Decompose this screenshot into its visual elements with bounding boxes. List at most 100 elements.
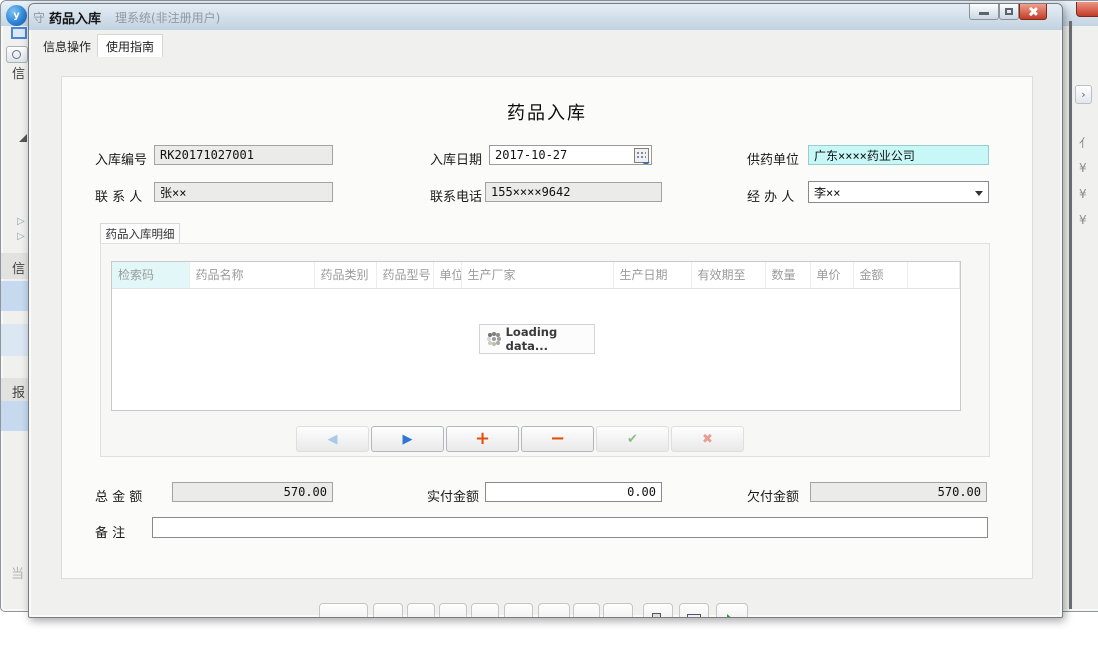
bottom-toolbar-button[interactable] <box>373 603 403 618</box>
sidebar-item-label[interactable]: 信 <box>12 258 25 277</box>
column-header[interactable]: 数量 <box>765 262 810 288</box>
delete-row-button[interactable]: − <box>521 426 594 452</box>
sidebar-item-label[interactable]: 报 <box>12 382 25 401</box>
currency-symbol: ¥ <box>1079 213 1087 227</box>
next-arrow-icon: ▶ <box>403 432 413 447</box>
bottom-toolbar-button[interactable] <box>471 603 499 618</box>
check-icon: ✔ <box>627 432 638 447</box>
background-title-fragment: 守 <box>33 9 45 26</box>
loading-indicator: Loading data... <box>479 324 595 354</box>
sidebar-menu-item[interactable] <box>1 401 29 431</box>
total-amount-field[interactable]: 570.00 <box>172 482 333 502</box>
stock-no-field[interactable]: RK20171027001 <box>154 145 333 165</box>
phone-field[interactable]: 155××××9642 <box>485 182 662 202</box>
unpaid-amount-label: 欠付金额 <box>747 486 799 505</box>
column-header[interactable]: 单价 <box>810 262 853 288</box>
paid-amount-label: 实付金额 <box>427 486 479 505</box>
clipped-text: 亻 <box>1079 134 1091 151</box>
column-header[interactable]: 生产厂家 <box>461 262 613 288</box>
phone-label: 联系电话 <box>430 186 482 205</box>
tab-user-guide[interactable]: 使用指南 <box>97 34 163 57</box>
add-row-button[interactable]: + <box>446 426 519 452</box>
detail-group-panel: 检索码 药品名称 药品类别 药品型号 单位 生产厂家 生产日期 有效期至 数量 … <box>100 243 990 457</box>
tree-arrow-icon[interactable]: ▷ <box>17 231 25 242</box>
monitor-icon <box>687 614 701 618</box>
minimize-icon <box>979 12 989 15</box>
currency-symbol: ¥ <box>1079 187 1087 201</box>
preview-button[interactable] <box>679 603 709 618</box>
next-record-button[interactable]: ▶ <box>371 426 444 452</box>
chevron-down-icon[interactable] <box>975 191 983 196</box>
app-logo-icon: y <box>6 5 27 26</box>
loading-text: Loading data... <box>506 325 594 353</box>
sidebar-menu-item[interactable] <box>1 281 29 311</box>
close-button[interactable] <box>1019 4 1047 20</box>
sidebar-item-label[interactable]: 信 <box>12 63 25 82</box>
detail-table: 检索码 药品名称 药品类别 药品型号 单位 生产厂家 生产日期 有效期至 数量 … <box>111 261 961 411</box>
column-header[interactable]: 生产日期 <box>613 262 691 288</box>
stock-date-value: 2017-10-27 <box>495 148 567 162</box>
bottom-toolbar-button[interactable] <box>504 603 533 618</box>
expand-button[interactable]: › <box>1075 85 1092 104</box>
toolbar-button[interactable] <box>6 46 28 63</box>
run-button[interactable] <box>716 603 748 618</box>
column-header[interactable]: 检索码 <box>112 262 189 288</box>
contact-field[interactable]: 张×× <box>154 182 333 202</box>
column-header[interactable]: 药品名称 <box>189 262 314 288</box>
bottom-toolbar-button[interactable] <box>573 603 600 618</box>
column-header[interactable]: 有效期至 <box>691 262 765 288</box>
supplier-field[interactable]: 广东××××药业公司 <box>808 145 989 165</box>
prev-arrow-icon: ◀ <box>328 432 338 447</box>
calendar-icon[interactable] <box>634 148 649 163</box>
tab-info-operations[interactable]: 信息操作 <box>41 35 93 58</box>
bottom-toolbar-button[interactable] <box>407 603 435 618</box>
green-arrow-icon <box>727 614 733 618</box>
column-header[interactable]: 金额 <box>853 262 907 288</box>
maximize-button[interactable] <box>999 4 1019 20</box>
unpaid-amount-field[interactable]: 570.00 <box>810 482 987 502</box>
bottom-toolbar-button[interactable] <box>603 603 633 618</box>
contact-label: 联 系 人 <box>95 186 142 205</box>
column-header[interactable]: 单位 <box>433 262 461 288</box>
plus-icon: + <box>475 430 490 448</box>
close-icon <box>1028 6 1038 16</box>
stock-date-field[interactable]: 2017-10-27 <box>489 145 652 165</box>
tab-stockin-detail[interactable]: 药品入库明细 <box>100 223 180 244</box>
panel-divider <box>1069 21 1072 609</box>
handler-value: 李×× <box>814 184 840 201</box>
cancel-button[interactable]: ✖ <box>671 426 744 452</box>
sidebar-menu-item[interactable] <box>1 324 29 356</box>
spinner-icon <box>492 337 496 341</box>
prev-record-button[interactable]: ◀ <box>296 426 369 452</box>
table-header-row: 检索码 药品名称 药品类别 药品型号 单位 生产厂家 生产日期 有效期至 数量 … <box>112 262 960 288</box>
column-header-filler <box>907 262 960 288</box>
currency-symbol: ¥ <box>1079 161 1087 175</box>
search-icon <box>12 50 21 59</box>
remark-input[interactable] <box>152 517 988 538</box>
paste-button[interactable] <box>643 603 673 618</box>
cross-icon: ✖ <box>702 432 713 447</box>
column-header[interactable]: 药品类别 <box>314 262 376 288</box>
bottom-toolbar-button[interactable] <box>538 603 570 618</box>
page-title: 药品入库 <box>62 99 1032 125</box>
background-close-button[interactable] <box>1076 2 1098 17</box>
tree-arrow-icon[interactable]: ▷ <box>17 216 25 227</box>
stock-date-label: 入库日期 <box>430 149 482 168</box>
total-amount-label: 总 金 额 <box>95 486 142 505</box>
status-text: 当 <box>11 563 24 582</box>
handler-combobox[interactable]: 李×× <box>808 181 989 203</box>
paste-icon <box>652 613 661 618</box>
bottom-toolbar-button[interactable] <box>439 603 467 618</box>
paid-amount-input[interactable] <box>485 482 662 502</box>
collapse-triangle-icon[interactable] <box>19 134 27 142</box>
minimize-button[interactable] <box>969 4 999 20</box>
maximize-icon <box>1005 8 1013 15</box>
confirm-button[interactable]: ✔ <box>596 426 669 452</box>
dialog-titlebar: 守 药品入库 理系统(非注册用户) <box>29 4 1062 30</box>
dialog-title: 药品入库 <box>49 8 101 27</box>
bottom-toolbar-button[interactable] <box>319 603 368 618</box>
screen: y 信 ▷ ▷ 信 报 当 › 亻 ¥ ¥ ¥ 守 药品入库 理系统(非注册用户… <box>0 0 1098 655</box>
supplier-label: 供药单位 <box>747 149 799 168</box>
handler-label: 经 办 人 <box>747 186 794 205</box>
column-header[interactable]: 药品型号 <box>376 262 433 288</box>
